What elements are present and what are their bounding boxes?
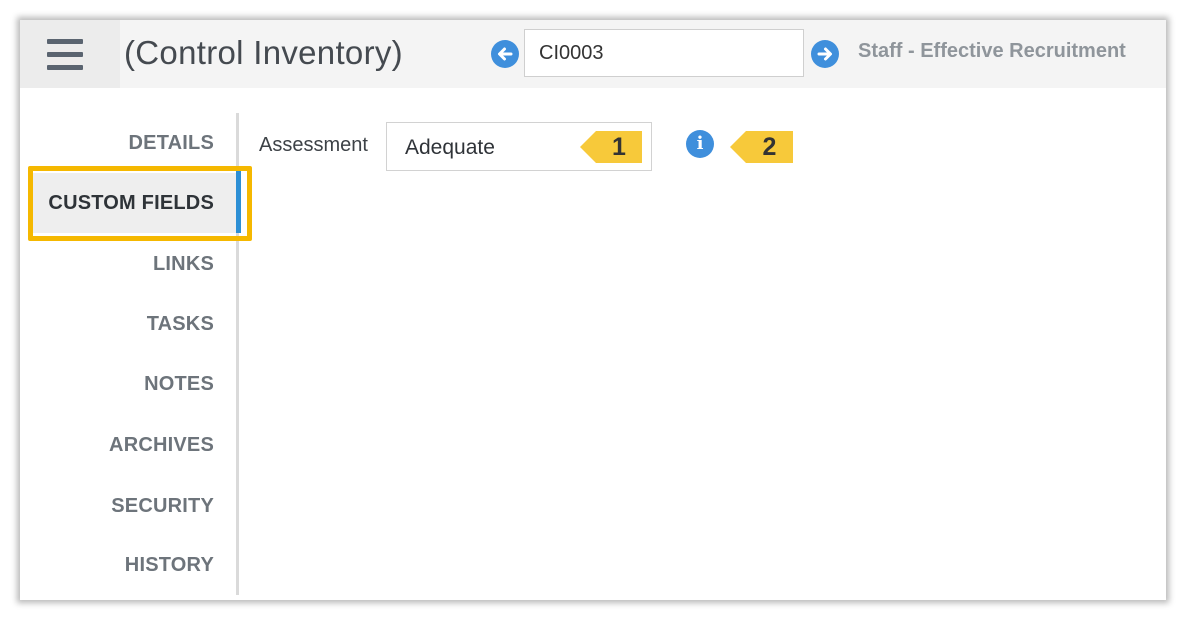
hamburger-menu-icon (47, 39, 83, 44)
callout-marker-2: 2 (730, 131, 793, 163)
next-record-button[interactable] (811, 40, 839, 68)
sidebar: DETAILS CUSTOM FIELDS LINKS TASKS NOTES … (20, 88, 240, 600)
app-window: (Control Inventory) CI0003 Staff - Effec… (20, 20, 1166, 600)
sidebar-item-details[interactable]: DETAILS (30, 113, 240, 173)
sidebar-item-notes[interactable]: NOTES (30, 354, 240, 414)
record-name: Staff - Effective Recruitment (858, 40, 1126, 62)
arrow-left-circle-icon (498, 47, 513, 61)
sidebar-item-links[interactable]: LINKS (30, 234, 240, 294)
callout-marker-1: 1 (580, 131, 642, 163)
record-id-field[interactable]: CI0003 (524, 29, 804, 77)
sidebar-item-security[interactable]: SECURITY (30, 476, 240, 536)
header-bar: (Control Inventory) CI0003 Staff - Effec… (20, 20, 1166, 88)
sidebar-item-custom-fields[interactable]: CUSTOM FIELDS (30, 173, 240, 233)
sidebar-item-history[interactable]: HISTORY (30, 535, 240, 595)
previous-record-button[interactable] (491, 40, 519, 68)
sidebar-item-archives[interactable]: ARCHIVES (30, 415, 240, 475)
active-tab-indicator (236, 171, 241, 233)
sidebar-item-tasks[interactable]: TASKS (30, 294, 240, 354)
info-circle-icon[interactable]: i (686, 130, 714, 158)
page-title: (Control Inventory) (124, 34, 403, 71)
assessment-label: Assessment (259, 134, 368, 156)
arrow-right-circle-icon (817, 47, 832, 61)
hamburger-menu-button[interactable] (20, 20, 120, 88)
